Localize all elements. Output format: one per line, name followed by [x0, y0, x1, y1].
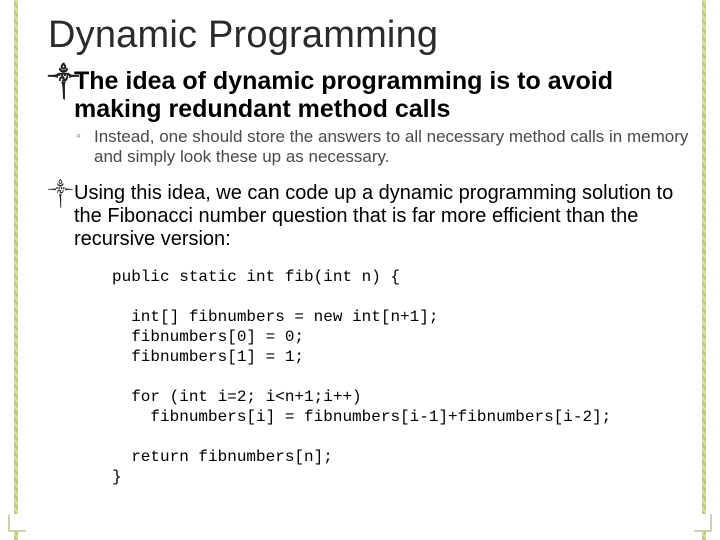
bullet-marker-icon: ༒ [48, 183, 73, 205]
bullet-lead: Using [74, 182, 125, 204]
sub-bullet-text: Instead, one should store the answers to… [94, 127, 688, 166]
decor-corner-br [694, 514, 712, 532]
slide-title: Dynamic Programming [48, 14, 692, 57]
bullet-text: Using this idea, we can code up a dynami… [74, 182, 673, 250]
bullet-rest: idea of dynamic programming is to avoid … [74, 67, 613, 123]
bullet-marker-icon: ༒ [48, 68, 79, 95]
decor-stripe-left [14, 0, 18, 540]
bullet-rest: this idea, we can code up a dynamic prog… [74, 182, 673, 250]
bullet-main-idea: ༒ The idea of dynamic programming is to … [48, 67, 692, 123]
decor-stripe-right [702, 0, 706, 540]
bullet-using-idea: ༒ Using this idea, we can code up a dyna… [48, 182, 692, 251]
sub-bullet-marker-icon: ◦ [76, 127, 81, 144]
bullet-text: The idea of dynamic programming is to av… [74, 67, 613, 123]
bullet-lead: The [74, 67, 118, 95]
slide: Dynamic Programming ༒ The idea of dynami… [0, 0, 720, 540]
code-block-fib: public static int fib(int n) { int[] fib… [112, 267, 692, 487]
decor-corner-bl [8, 514, 26, 532]
sub-bullet-store-answers: ◦ Instead, one should store the answers … [48, 127, 692, 168]
